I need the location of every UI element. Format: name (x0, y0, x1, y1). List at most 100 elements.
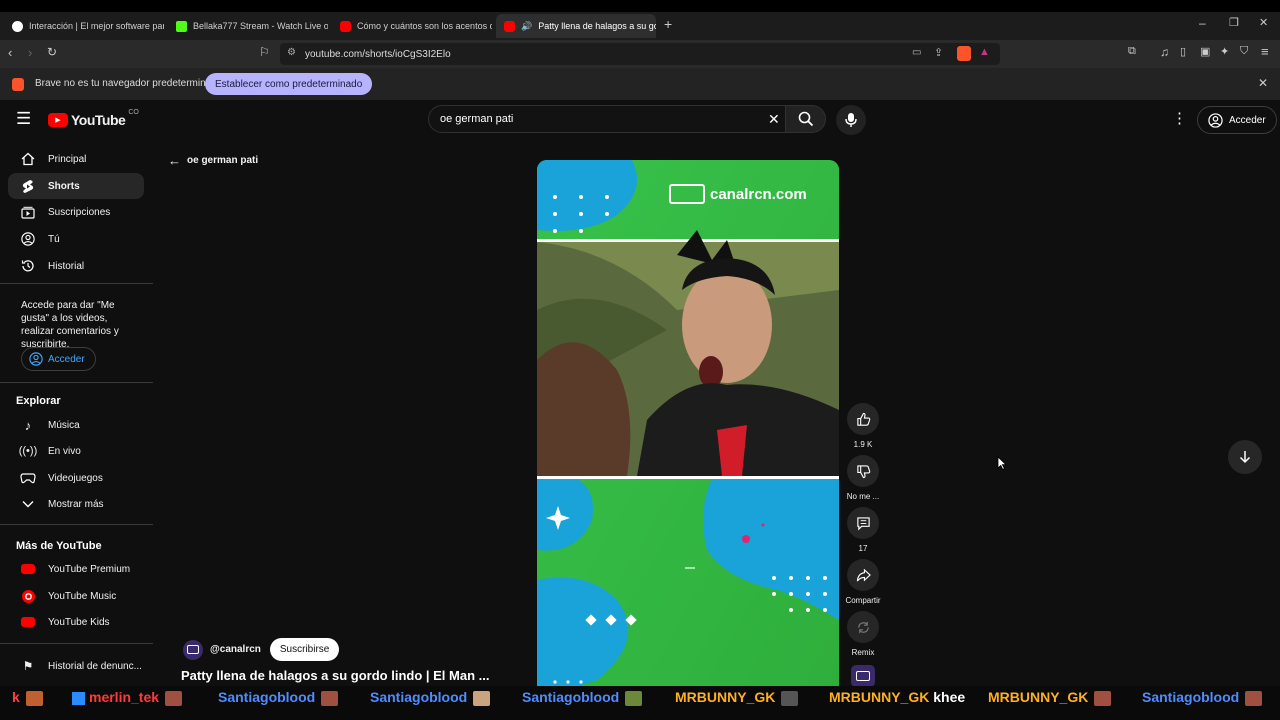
channel-handle[interactable]: @canalrcn (210, 644, 261, 655)
sound-thumbnail[interactable] (851, 665, 875, 687)
sidebar-item-en-vivo[interactable]: ((•)) En vivo (8, 438, 144, 464)
sidebar-item-shorts[interactable]: Shorts (8, 173, 144, 199)
share-button[interactable] (847, 559, 879, 591)
stream-chat-ticker: k merlin_tek Santiagoblood Santiagoblood… (0, 686, 1280, 720)
tabs-icon[interactable]: ⧉ (1128, 45, 1136, 58)
watermark-text: canalrcn.com (710, 185, 807, 203)
sidebar-item-label: YouTube Kids (48, 616, 110, 628)
comments-action[interactable]: 17 (845, 507, 881, 553)
home-icon (8, 152, 48, 166)
menu-icon[interactable]: ≡ (1261, 44, 1269, 59)
sidebar-item-label: YouTube Music (48, 590, 117, 602)
browser-tab-active[interactable]: 🔊 Patty llena de halagos a su gor ✕ (496, 14, 656, 38)
sidebar-item-videojuegos[interactable]: Videojuegos (8, 465, 144, 491)
search-icon (798, 111, 813, 127)
like-action[interactable]: 1.9 K (845, 403, 881, 449)
url-field[interactable]: ⚙ youtube.com/shorts/ioCgS3I2Elo ▭ ⇪ ▲ (280, 43, 1000, 65)
short-video-player[interactable]: canalrcn.com (537, 160, 839, 694)
comments-button[interactable] (847, 507, 879, 539)
user-avatar-icon (781, 690, 799, 706)
dislike-button[interactable] (847, 455, 879, 487)
sidebar-item-mostrar-mas[interactable]: Mostrar más (8, 491, 144, 517)
like-button[interactable] (847, 403, 879, 435)
speaker-icon: 🔊 (521, 20, 533, 31)
search-input[interactable]: oe german pati ✕ (428, 105, 786, 133)
user-avatar-icon (25, 690, 43, 706)
ticker-username: Santiagoblood (522, 689, 620, 705)
set-default-button[interactable]: Establecer como predeterminado (205, 73, 373, 95)
ticker-message: khee (933, 689, 966, 705)
remix-button[interactable] (847, 611, 879, 643)
clear-search-icon[interactable]: ✕ (768, 111, 780, 128)
brave-rewards-icon[interactable]: ▲ (979, 46, 990, 58)
sidebar-item-suscripciones[interactable]: Suscripciones (8, 199, 144, 225)
youtube-logo[interactable]: ▶ YouTube CO (48, 109, 139, 128)
back-icon[interactable]: ‹ (8, 45, 12, 60)
sidebar-item-youtube-music[interactable]: YouTube Music (8, 583, 144, 609)
sidebar-item-tu[interactable]: Tú (8, 226, 144, 252)
sidebar-item-label: En vivo (48, 445, 81, 457)
short-title[interactable]: Patty llena de halagos a su gordo lindo … (181, 668, 489, 683)
sidebar-item-youtube-kids[interactable]: YouTube Kids (8, 609, 144, 635)
wallet-icon[interactable]: ▣ (1200, 45, 1210, 58)
bookmark-icon[interactable]: ⚐ (259, 45, 270, 59)
ticker-item: MRBUNNY_GK khee (829, 689, 965, 705)
browser-tab[interactable]: Interacción | El mejor software para p (4, 14, 164, 38)
close-window-icon[interactable]: ✕ (1259, 16, 1268, 29)
minimize-icon[interactable]: – (1199, 16, 1206, 30)
section-title-mas-de-youtube: Más de YouTube (16, 540, 102, 552)
youtube-premium-icon (8, 564, 48, 574)
new-tab-icon[interactable]: + (664, 16, 672, 32)
vpn-icon[interactable]: ⛉ (1240, 45, 1248, 58)
sidebar-item-musica[interactable]: ♪ Música (8, 412, 144, 438)
browser-tab[interactable]: Cómo y cuántos son los acentos de C (332, 14, 492, 38)
brave-shields-icon[interactable] (957, 46, 971, 61)
infobar-text: Brave no es tu navegador predeterminado (35, 78, 223, 89)
sidebar-icon[interactable]: ▯ (1180, 45, 1186, 58)
ticker-username: merlin_tek (89, 689, 160, 705)
user-icon (8, 232, 48, 246)
site-icon (12, 20, 23, 32)
back-to-search[interactable]: ← oe german pati (168, 153, 258, 168)
music-icon[interactable]: ♫ (1160, 45, 1169, 59)
sidebar-signin-button[interactable]: Acceder (21, 347, 96, 371)
forward-icon[interactable]: › (28, 45, 32, 60)
next-short-button[interactable] (1228, 440, 1262, 474)
youtube-music-icon (8, 589, 48, 603)
browser-tab[interactable]: Bellaka777 Stream - Watch Live on K (168, 14, 328, 38)
share-action[interactable]: Compartir (845, 559, 881, 605)
cast-icon[interactable]: ▭ (912, 47, 921, 58)
sidebar-item-label: Shorts (48, 180, 80, 192)
signin-label: Acceder (48, 353, 85, 365)
reload-icon[interactable]: ↻ (47, 45, 57, 59)
sidebar-item-label: Suscripciones (48, 206, 111, 218)
close-infobar-icon[interactable]: ✕ (1258, 76, 1268, 90)
voice-search-button[interactable] (836, 105, 866, 135)
search-button[interactable] (786, 105, 826, 133)
thumbs-up-icon (856, 412, 870, 426)
ticker-username: MRBUNNY_GK (829, 689, 930, 705)
leo-icon[interactable]: ✦ (1220, 45, 1229, 58)
sidebar-item-youtube-premium[interactable]: YouTube Premium (8, 556, 144, 582)
sidebar-item-report-history[interactable]: ⚑ Historial de denunc... (8, 653, 144, 679)
video-frame (537, 160, 839, 694)
site-info-icon[interactable]: ⚙ (287, 47, 296, 58)
comment-icon (856, 516, 870, 530)
sidebar-item-historial[interactable]: Historial (8, 253, 144, 279)
back-query-label: oe german pati (187, 155, 259, 166)
subscribe-button[interactable]: Suscribirse (269, 638, 340, 661)
hamburger-icon[interactable]: ☰ (16, 109, 31, 129)
remix-action[interactable]: Remix (845, 611, 881, 657)
user-avatar-icon (1245, 690, 1263, 706)
search-value: oe german pati (440, 113, 514, 125)
signin-button[interactable]: Acceder (1197, 106, 1277, 134)
ticker-item: merlin_tek (72, 689, 183, 706)
channel-avatar[interactable] (183, 639, 203, 660)
url-text: youtube.com/shorts/ioCgS3I2Elo (305, 48, 451, 60)
maximize-icon[interactable]: ❐ (1229, 16, 1239, 29)
share-icon[interactable]: ⇪ (934, 46, 943, 59)
dislike-action[interactable]: No me ... (845, 455, 881, 501)
sidebar-item-principal[interactable]: Principal (8, 146, 144, 172)
more-options-icon[interactable]: ⋮ (1172, 109, 1187, 127)
sidebar-item-label: Principal (48, 153, 87, 165)
